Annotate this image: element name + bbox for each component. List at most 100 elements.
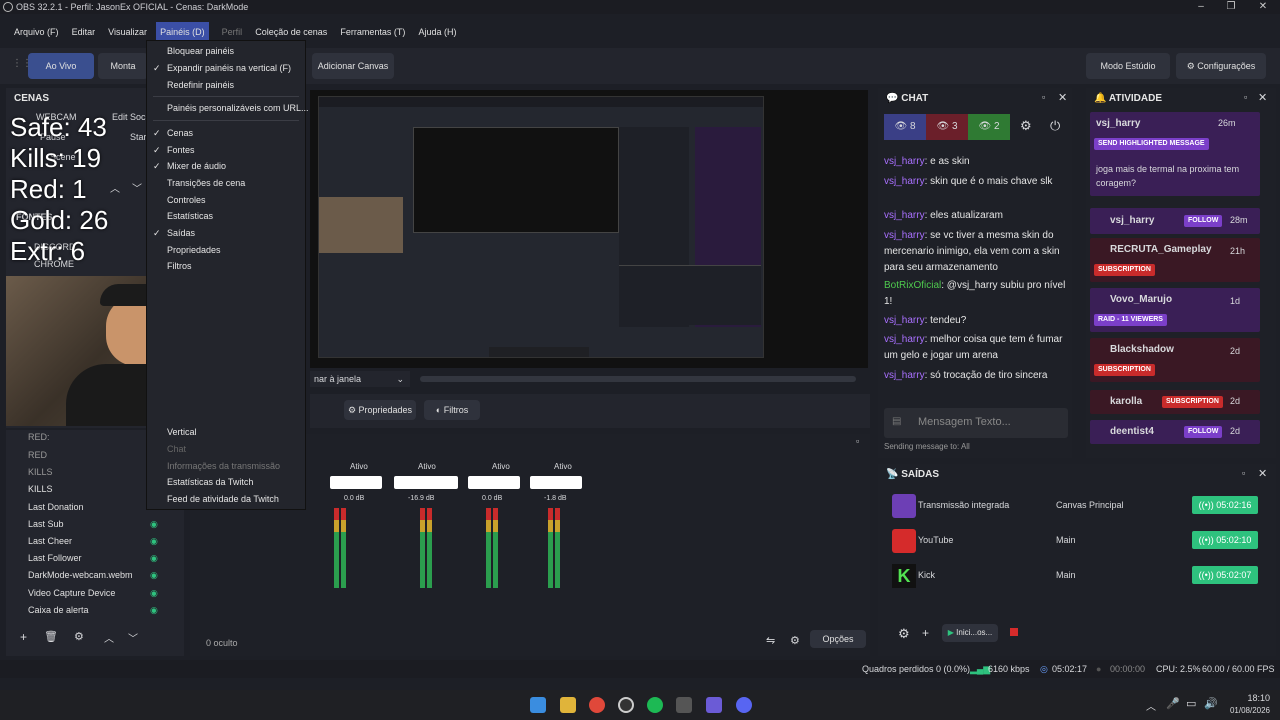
windows-start-icon[interactable]: [530, 697, 546, 713]
menu-item-vertical[interactable]: Vertical: [167, 427, 197, 437]
visibility-eye-icon[interactable]: ◉: [150, 570, 158, 581]
source-item[interactable]: Caixa de alerta: [28, 605, 89, 615]
undock-icon[interactable]: ▫: [1242, 468, 1245, 478]
stop-icon[interactable]: [1010, 628, 1018, 636]
close-button[interactable]: ✕: [1248, 0, 1278, 14]
source-item[interactable]: DarkMode-webcam.webm: [28, 570, 133, 580]
maximize-button[interactable]: ❐: [1216, 0, 1246, 14]
source-item[interactable]: Last Donation: [28, 502, 84, 512]
gear-icon[interactable]: ⚙: [74, 630, 84, 643]
menu-item-filters[interactable]: Filtros: [167, 261, 192, 271]
volume-icon[interactable]: 🔊: [1204, 697, 1218, 710]
output-timer-button[interactable]: ((•)) 05:02:16: [1192, 496, 1258, 514]
app-icon[interactable]: [676, 697, 692, 713]
add-source-icon[interactable]: +: [20, 630, 27, 644]
menu-item-controls[interactable]: Controles: [167, 195, 206, 205]
menu-item-custom-panels[interactable]: Painéis personalizáveis com URL...: [167, 103, 309, 113]
menu-arquivo[interactable]: Arquivo (F): [14, 22, 59, 42]
add-canvas-button[interactable]: Adicionar Canvas: [312, 53, 394, 79]
file-explorer-icon[interactable]: [560, 697, 576, 713]
source-item[interactable]: Video Capture Device: [28, 588, 115, 598]
obs-icon[interactable]: [618, 697, 634, 713]
output-timer-button[interactable]: ((•)) 05:02:10: [1192, 531, 1258, 549]
menu-item-stream-info[interactable]: Informações da transmissão: [167, 461, 280, 471]
menu-item-scenes[interactable]: Cenas: [167, 128, 193, 138]
options-button[interactable]: Opções: [810, 630, 866, 648]
filters-button[interactable]: ◐ Filtros: [424, 400, 480, 420]
add-output-icon[interactable]: +: [922, 626, 929, 640]
output-timer-button[interactable]: ((•)) 05:02:07: [1192, 566, 1258, 584]
visibility-eye-icon[interactable]: ◉: [150, 605, 158, 616]
spotify-icon[interactable]: [647, 697, 663, 713]
menu-ajuda[interactable]: Ajuda (H): [418, 22, 456, 42]
source-item[interactable]: KILLS: [28, 484, 53, 494]
undock-icon[interactable]: ▫: [1042, 92, 1045, 102]
minimize-button[interactable]: –: [1186, 0, 1216, 14]
activity-item[interactable]: karolla SUBSCRIPTION 2d: [1090, 390, 1260, 414]
activity-item[interactable]: Blackshadow 2d SUBSCRIPTION: [1090, 338, 1260, 382]
menu-item-outputs[interactable]: Saídas: [167, 228, 195, 238]
move-down-icon[interactable]: ﹀: [128, 630, 138, 645]
gear-icon[interactable]: ⚙: [898, 626, 910, 642]
move-up-icon[interactable]: ︿: [104, 630, 114, 645]
visibility-eye-icon[interactable]: ◉: [150, 519, 158, 530]
transition-slider[interactable]: [420, 376, 856, 382]
discord-icon[interactable]: [736, 697, 752, 713]
visibility-eye-icon[interactable]: ◉: [150, 588, 158, 599]
menu-visualizar[interactable]: Visualizar: [108, 22, 147, 42]
source-item[interactable]: RED: [28, 450, 47, 460]
visibility-eye-icon[interactable]: ◉: [150, 536, 158, 547]
gear-icon[interactable]: ⚙: [790, 634, 800, 647]
live-button[interactable]: Ao Vivo: [28, 53, 94, 79]
studio-mode-button[interactable]: Modo Estúdio: [1086, 53, 1170, 79]
activity-item[interactable]: vsj_harry FOLLOW 28m: [1090, 208, 1260, 234]
menu-item-twitch-feed[interactable]: Feed de atividade da Twitch: [167, 494, 279, 504]
menu-item-properties[interactable]: Propriedades: [167, 245, 221, 255]
source-item[interactable]: Last Follower: [28, 553, 82, 563]
close-icon[interactable]: ✕: [1258, 91, 1267, 104]
menu-ferramentas[interactable]: Ferramentas (T): [340, 22, 405, 42]
menu-item-scene-transitions[interactable]: Transições de cena: [167, 178, 245, 188]
undock-icon[interactable]: ▫: [856, 436, 859, 446]
microphone-icon[interactable]: 🎤: [1166, 697, 1180, 710]
chat-input-box[interactable]: ▤ Mensagem Texto...: [884, 408, 1068, 438]
chevron-up-icon[interactable]: ︿: [1146, 698, 1156, 713]
start-all-button[interactable]: ▶ Inici...os...: [942, 624, 998, 642]
menu-item-chat[interactable]: Chat: [167, 444, 186, 454]
source-item[interactable]: Last Cheer: [28, 536, 72, 546]
gear-icon[interactable]: ⚙: [1020, 118, 1032, 134]
source-item[interactable]: Last Sub: [28, 519, 64, 529]
menu-item-reset-panels[interactable]: Redefinir painéis: [167, 80, 234, 90]
sliders-icon[interactable]: ⇋: [766, 634, 775, 647]
activity-item[interactable]: Vovo_Marujo 1d RAID - 11 VIEWERS: [1090, 288, 1260, 332]
grid-app-icon[interactable]: [706, 697, 722, 713]
activity-item[interactable]: deentist4 FOLLOW 2d: [1090, 420, 1260, 444]
activity-item[interactable]: RECRUTA_Gameplay 21h SUBSCRIPTION: [1090, 238, 1260, 282]
menu-item-sources[interactable]: Fontes: [167, 145, 195, 155]
menu-perfil[interactable]: Perfil: [222, 22, 243, 42]
source-item[interactable]: KILLS: [28, 467, 53, 477]
undock-icon[interactable]: ▫: [1244, 92, 1247, 102]
menu-item-stats[interactable]: Estatísticas: [167, 211, 213, 221]
visibility-eye-icon[interactable]: ◉: [150, 553, 158, 564]
menu-item-audio-mixer[interactable]: Mixer de áudio: [167, 161, 226, 171]
menu-item-twitch-stats[interactable]: Estatísticas da Twitch: [167, 477, 253, 487]
chrome-icon[interactable]: [589, 697, 605, 713]
activity-item[interactable]: vsj_harry 26m SEND HIGHLIGHTED MESSAGE j…: [1090, 112, 1260, 196]
menu-editar[interactable]: Editar: [72, 22, 96, 42]
close-icon[interactable]: ✕: [1058, 91, 1067, 104]
montage-button[interactable]: Monta: [98, 53, 148, 79]
source-item[interactable]: RED:: [28, 432, 50, 442]
menu-item-lock-panels[interactable]: Bloquear painéis: [167, 46, 234, 56]
settings-button[interactable]: ⚙ Configurações: [1176, 53, 1266, 79]
window-capture-select[interactable]: nar à janela ⌄: [310, 371, 410, 387]
menu-item-expand-vertical[interactable]: Expandir painéis na vertical (F): [167, 63, 291, 73]
chat-input[interactable]: Mensagem Texto...: [918, 416, 1011, 428]
power-icon[interactable]: ⏻: [1050, 118, 1060, 134]
network-icon[interactable]: ▭: [1186, 697, 1196, 710]
trash-icon[interactable]: 🗑: [44, 630, 58, 643]
properties-button[interactable]: ⚙ Propriedades: [344, 400, 416, 420]
close-icon[interactable]: ✕: [1258, 467, 1267, 480]
menu-colecao-cenas[interactable]: Coleção de cenas: [255, 22, 327, 42]
menu-paineis[interactable]: Painéis (D): [156, 22, 209, 42]
